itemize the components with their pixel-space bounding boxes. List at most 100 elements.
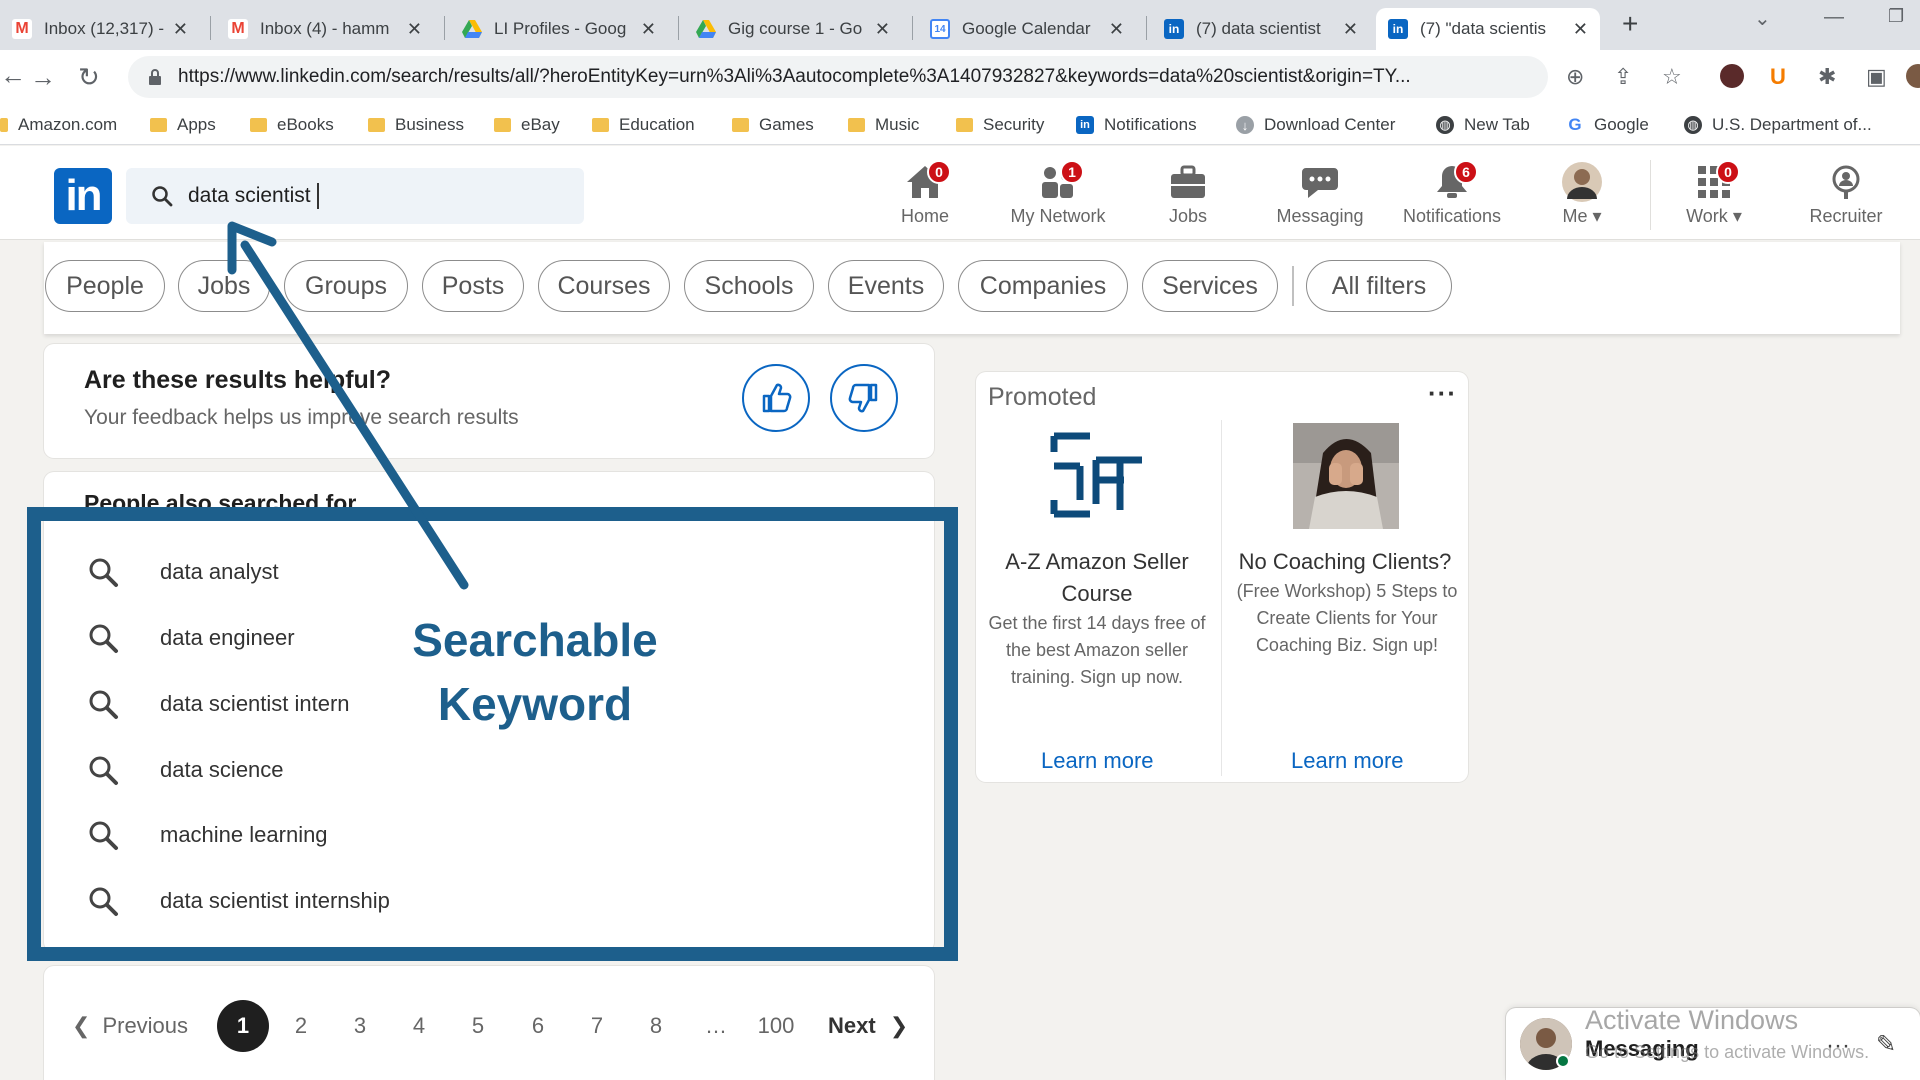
bookmark-folder[interactable]: eBay — [494, 115, 560, 135]
close-tab-icon[interactable]: ✕ — [875, 19, 890, 40]
browser-tab[interactable]: 14 Google Calendar ✕ — [918, 8, 1136, 50]
share-icon[interactable]: ⇪ — [1614, 64, 1632, 90]
filter-people[interactable]: People — [45, 260, 165, 312]
browser-tab[interactable]: Gig course 1 - Go ✕ — [684, 8, 902, 50]
close-tab-icon[interactable]: ✕ — [641, 19, 656, 40]
reload-icon[interactable]: ↻ — [78, 62, 100, 93]
side-panel-icon[interactable]: ▣ — [1866, 64, 1887, 90]
thumbs-up-button[interactable] — [742, 364, 810, 432]
globe-icon: ◍ — [1684, 116, 1702, 134]
new-tab-icon[interactable]: + — [1622, 8, 1638, 40]
bookmark-folder[interactable]: Music — [848, 115, 919, 135]
more-options-icon[interactable]: ··· — [1428, 378, 1457, 409]
page-button[interactable]: 7 — [577, 1006, 617, 1046]
folder-icon — [592, 118, 609, 132]
previous-page-button[interactable]: ❮ Previous — [72, 1006, 188, 1046]
extension-u-icon[interactable]: U — [1770, 64, 1786, 90]
nav-jobs[interactable]: Jobs — [1128, 162, 1248, 227]
browser-tab[interactable]: M Inbox (12,317) - h ✕ — [0, 8, 200, 50]
compose-icon[interactable]: ✎ — [1876, 1030, 1896, 1059]
bell-icon: 6 — [1392, 160, 1512, 202]
page-button[interactable]: 8 — [636, 1006, 676, 1046]
promo-divider — [1221, 420, 1222, 776]
back-icon[interactable]: ← — [0, 60, 26, 91]
ad-title[interactable]: A-Z Amazon Seller Course — [987, 546, 1207, 610]
bookmark-folder[interactable]: Games — [732, 115, 814, 135]
thumbs-down-button[interactable] — [830, 364, 898, 432]
filter-schools[interactable]: Schools — [684, 260, 814, 312]
bookmark-folder[interactable]: Business — [368, 115, 464, 135]
browser-tab[interactable]: M Inbox (4) - hamm ✕ — [216, 8, 434, 50]
forward-icon[interactable]: → — [30, 62, 56, 93]
linkedin-logo[interactable]: in — [54, 168, 112, 224]
learn-more-link[interactable]: Learn more — [1041, 748, 1154, 774]
nav-me[interactable]: Me ▾ — [1522, 162, 1642, 227]
browser-tab-active[interactable]: in (7) "data scientis ✕ — [1376, 8, 1600, 50]
close-tab-icon[interactable]: ✕ — [1343, 19, 1358, 40]
bookmark-item[interactable]: ◍ New Tab — [1436, 115, 1530, 135]
page-button-current[interactable]: 1 — [217, 1000, 269, 1052]
extension-avatar-icon[interactable] — [1720, 64, 1744, 88]
page-button[interactable]: 100 — [756, 1006, 796, 1046]
ad-title[interactable]: No Coaching Clients? — [1235, 546, 1455, 578]
close-tab-icon[interactable]: ✕ — [1573, 19, 1588, 40]
filter-services[interactable]: Services — [1142, 260, 1278, 312]
nav-label: My Network — [1010, 206, 1106, 226]
bookmark-folder[interactable]: Education — [592, 115, 695, 135]
extensions-puzzle-icon[interactable]: ✱ — [1818, 64, 1836, 90]
nav-home[interactable]: 0 Home — [865, 160, 985, 227]
bookmark-folder[interactable]: Apps — [150, 115, 216, 135]
filter-events[interactable]: Events — [828, 260, 944, 312]
nav-work[interactable]: 0 Work ▾ — [1654, 160, 1774, 227]
browser-tab[interactable]: in (7) data scientist ✕ — [1152, 8, 1370, 50]
page-button[interactable]: 4 — [399, 1006, 439, 1046]
maximize-icon[interactable]: ❐ — [1888, 6, 1904, 27]
filter-groups[interactable]: Groups — [284, 260, 408, 312]
bookmark-item[interactable]: ◍ U.S. Department of... — [1684, 115, 1872, 135]
tab-search-icon[interactable]: ⌄ — [1754, 6, 1771, 31]
minimize-icon[interactable]: — — [1824, 6, 1844, 29]
search-icon — [152, 186, 173, 207]
ad-description: Get the first 14 days free of the best A… — [988, 613, 1206, 687]
bookmark-folder[interactable]: eBooks — [250, 115, 334, 135]
nav-messaging[interactable]: Messaging — [1260, 162, 1380, 227]
more-options-icon[interactable]: ··· — [1826, 1032, 1850, 1060]
tab-separator — [678, 16, 679, 40]
search-input[interactable]: data scientist — [126, 168, 584, 224]
bookmark-folder[interactable]: Security — [956, 115, 1044, 135]
chevron-right-icon: ❯ — [889, 1013, 909, 1038]
page-button[interactable]: 6 — [518, 1006, 558, 1046]
nav-recruiter[interactable]: Recruiter — [1786, 162, 1906, 227]
close-tab-icon[interactable]: ✕ — [173, 19, 188, 40]
bookmark-item[interactable]: Amazon.com — [0, 115, 117, 135]
filter-jobs[interactable]: Jobs — [178, 260, 270, 312]
filter-posts[interactable]: Posts — [422, 260, 524, 312]
google-drive-icon — [462, 19, 482, 39]
zoom-icon[interactable]: ⊕ — [1566, 64, 1584, 90]
nav-label: Work — [1686, 206, 1728, 226]
address-bar[interactable]: https://www.linkedin.com/search/results/… — [128, 56, 1548, 98]
bookmark-star-icon[interactable]: ☆ — [1662, 64, 1682, 90]
nav-label: Me — [1562, 206, 1588, 226]
page-button[interactable]: 5 — [458, 1006, 498, 1046]
filter-courses[interactable]: Courses — [538, 260, 670, 312]
bookmark-item[interactable]: G Google — [1566, 115, 1648, 135]
ad-description: (Free Workshop) 5 Steps to Create Client… — [1236, 581, 1458, 655]
all-filters-button[interactable]: All filters — [1306, 260, 1452, 312]
page-button[interactable]: 3 — [340, 1006, 380, 1046]
nav-my-network[interactable]: 1 My Network — [998, 160, 1118, 227]
filter-companies[interactable]: Companies — [958, 260, 1128, 312]
bookmark-item[interactable]: ↓ Download Center — [1236, 115, 1395, 135]
bookmark-item[interactable]: in Notifications — [1076, 115, 1197, 135]
annotation-label: Searchable Keyword — [412, 614, 658, 730]
learn-more-link[interactable]: Learn more — [1291, 748, 1404, 774]
browser-tab[interactable]: LI Profiles - Goog ✕ — [450, 8, 668, 50]
close-tab-icon[interactable]: ✕ — [407, 19, 422, 40]
thumbs-up-icon — [762, 383, 792, 413]
nav-notifications[interactable]: 6 Notifications — [1392, 160, 1512, 227]
next-page-button[interactable]: Next ❯ — [828, 1006, 908, 1046]
notification-badge: 0 — [927, 160, 951, 184]
close-tab-icon[interactable]: ✕ — [1109, 19, 1124, 40]
text-cursor — [316, 183, 319, 209]
page-button[interactable]: 2 — [281, 1006, 321, 1046]
